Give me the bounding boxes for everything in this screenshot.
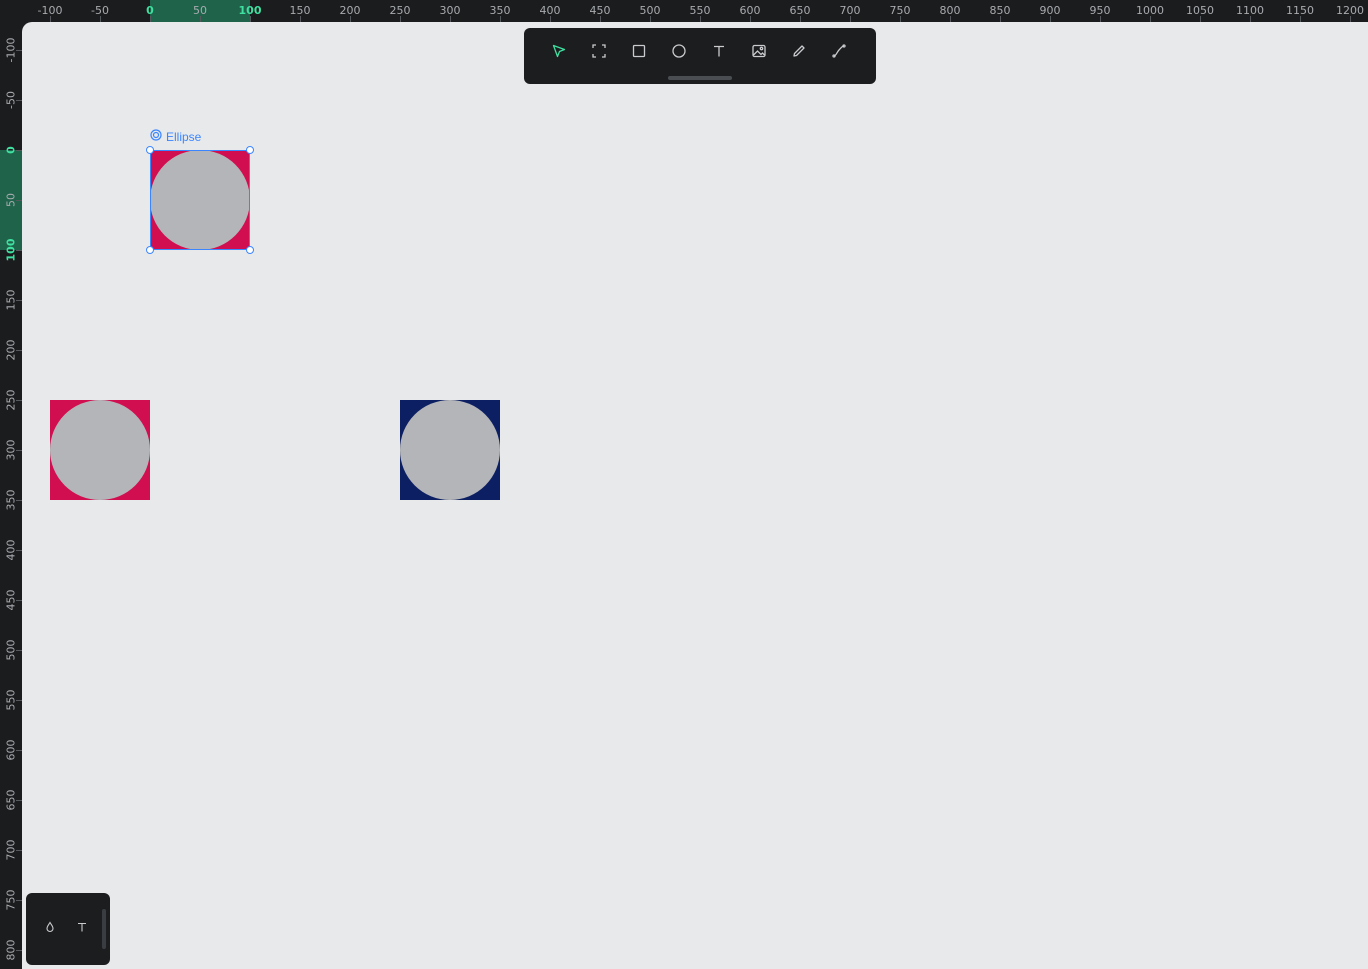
text-t-icon (76, 920, 88, 938)
fill-tool-button[interactable] (38, 917, 62, 941)
text-t-icon (711, 43, 727, 64)
resize-handle-top-right[interactable] (246, 146, 254, 154)
frame-tool-button[interactable] (582, 36, 616, 70)
selection-box[interactable] (150, 150, 250, 250)
move-tool-button[interactable] (542, 36, 576, 70)
rectangle-tool-button[interactable] (622, 36, 656, 70)
toolbar-drag-handle[interactable] (668, 76, 732, 80)
circle-icon (671, 43, 687, 64)
pencil-icon (791, 43, 807, 64)
navy-ellipse-frame[interactable] (400, 400, 500, 500)
image-icon (751, 43, 767, 64)
bottom-mini-toolbar (26, 893, 110, 965)
ellipse-shape[interactable] (400, 400, 500, 500)
resize-handle-bottom-right[interactable] (246, 246, 254, 254)
crimson-ellipse-frame[interactable] (50, 400, 150, 500)
horizontal-ruler: -100 -50 0 50 100 150 200 250 300 350 400 450 500 550… (0, 0, 1368, 22)
ellipse-shape[interactable] (50, 400, 150, 500)
design-canvas[interactable]: Ellipse (22, 22, 1368, 969)
selection-label: Ellipse (150, 129, 201, 144)
text-style-tool-button[interactable] (70, 917, 94, 941)
main-toolbar (524, 28, 876, 84)
mini-toolbar-drag-handle[interactable] (102, 909, 106, 949)
pointer-arrow-icon (551, 43, 567, 64)
square-icon (631, 43, 647, 64)
curve-path-icon (831, 43, 847, 64)
ellipse-tool-button[interactable] (662, 36, 696, 70)
resize-handle-bottom-left[interactable] (146, 246, 154, 254)
path-tool-button[interactable] (822, 36, 856, 70)
selection-label-text: Ellipse (166, 129, 202, 144)
image-tool-button[interactable] (742, 36, 776, 70)
droplet-icon (44, 920, 56, 938)
target-icon (150, 129, 162, 144)
resize-handle-top-left[interactable] (146, 146, 154, 154)
pencil-tool-button[interactable] (782, 36, 816, 70)
frame-corners-icon (591, 43, 607, 64)
vertical-ruler: -100 -50 0 50 100 150 200 250 300 350 400 450 500 550… (0, 0, 22, 969)
text-tool-button[interactable] (702, 36, 736, 70)
